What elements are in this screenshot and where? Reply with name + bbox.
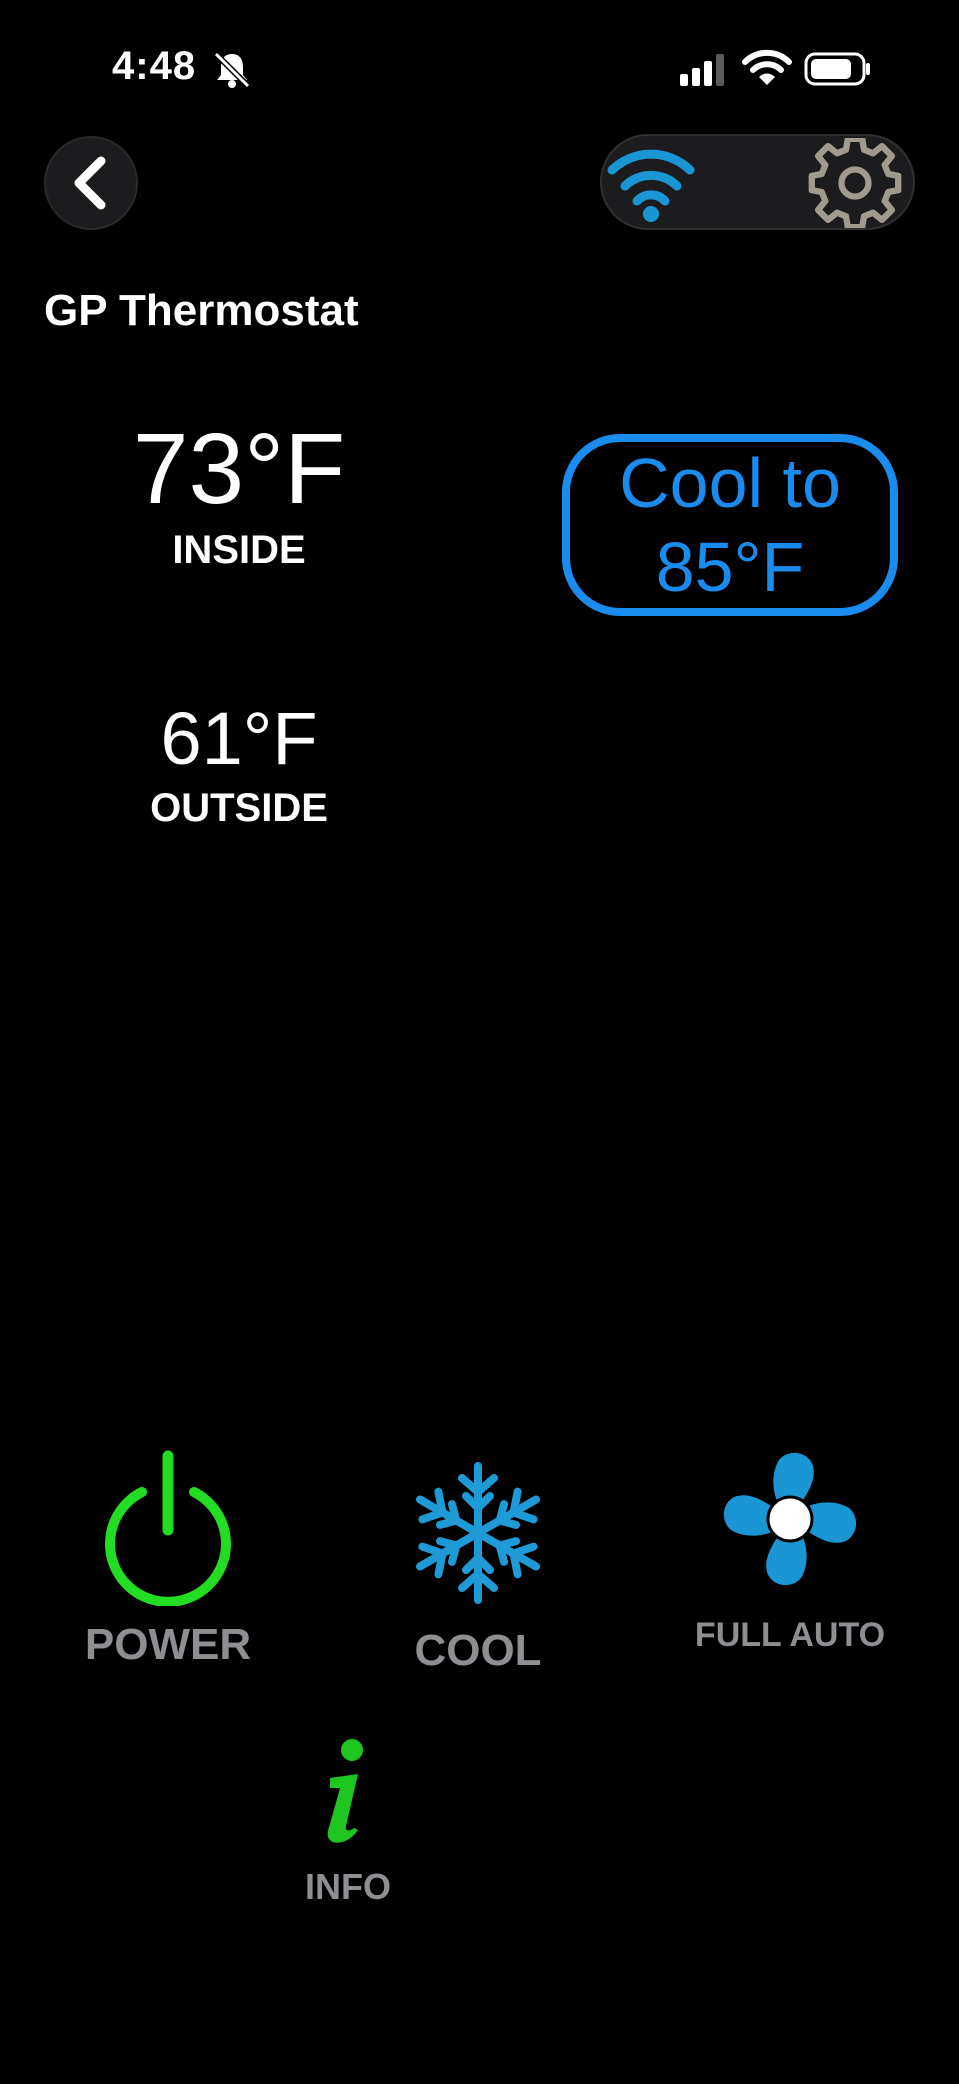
inside-temperature: 73°F (132, 413, 346, 525)
gear-icon[interactable] (804, 135, 906, 231)
info-label: INFO (305, 1866, 391, 1907)
outside-temperature: 61°F (160, 697, 318, 780)
device-title: GP Thermostat (44, 286, 359, 335)
power-icon (105, 1450, 231, 1606)
snowflake-icon (415, 1462, 541, 1604)
setpoint-button[interactable]: Cool to 85°F (562, 434, 898, 616)
setpoint-temperature: 85°F (655, 528, 805, 606)
chevron-left-icon (74, 156, 106, 210)
wifi-status-icon (742, 48, 792, 88)
power-button[interactable]: POWER (48, 1446, 288, 1670)
status-time: 4:48 (112, 44, 197, 88)
fan-label: FULL AUTO (694, 1616, 886, 1654)
fan-icon (723, 1452, 857, 1586)
setpoint-mode-label: Cool to (619, 444, 841, 522)
power-label: POWER (84, 1620, 252, 1669)
info-icon (327, 1739, 363, 1843)
cool-label: COOL (414, 1626, 542, 1675)
outside-label: OUTSIDE (150, 786, 328, 830)
wifi-icon[interactable] (606, 140, 696, 224)
fan-mode-button[interactable]: FULL AUTO (670, 1446, 910, 1655)
bell-slash-icon (212, 50, 252, 90)
info-button[interactable]: INFO (228, 1738, 468, 1908)
battery-icon (804, 52, 872, 86)
back-button[interactable] (44, 136, 138, 230)
inside-label: INSIDE (172, 528, 306, 572)
cool-mode-button[interactable]: COOL (358, 1460, 598, 1676)
signal-icon (678, 52, 728, 86)
